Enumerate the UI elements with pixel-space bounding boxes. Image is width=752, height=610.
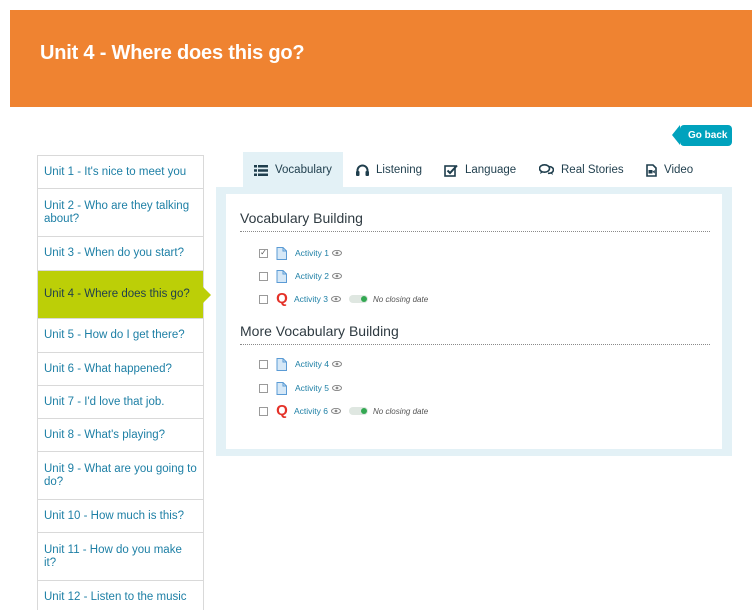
availability-toggle bbox=[349, 295, 369, 303]
sidebar-item-label: Unit 2 - Who are they talking about? bbox=[44, 199, 190, 225]
sidebar-item-label: Unit 9 - What are you going to do? bbox=[44, 462, 197, 488]
sidebar-item-unit-9[interactable]: Unit 9 - What are you going to do? bbox=[38, 452, 203, 500]
sidebar-item-unit-6[interactable]: Unit 6 - What happened? bbox=[38, 353, 203, 386]
sidebar-item-label: Unit 11 - How do you make it? bbox=[44, 543, 182, 569]
activity-link[interactable]: Activity 4 bbox=[295, 359, 329, 369]
eye-icon bbox=[331, 408, 342, 414]
document-icon bbox=[276, 357, 287, 371]
activity-row[interactable]: Q Activity 3 No closing date bbox=[259, 290, 429, 307]
tab-video[interactable]: Video bbox=[646, 152, 693, 188]
sidebar-item-unit-10[interactable]: Unit 10 - How much is this? bbox=[38, 500, 203, 533]
video-file-icon bbox=[646, 163, 657, 177]
tab-label: Listening bbox=[376, 164, 423, 176]
sidebar-item-label: Unit 8 - What's playing? bbox=[44, 428, 166, 441]
eye-icon bbox=[332, 273, 343, 279]
activity-row[interactable]: ✓ Activity 1 bbox=[259, 246, 350, 260]
sidebar-item-label: Unit 1 - It's nice to meet you bbox=[44, 165, 187, 178]
sidebar-item-unit-7[interactable]: Unit 7 - I'd love that job. bbox=[38, 386, 203, 419]
tab-label: Real Stories bbox=[561, 164, 624, 176]
activity-link[interactable]: Activity 3 bbox=[294, 294, 328, 304]
eye-icon bbox=[332, 361, 343, 367]
activity-row[interactable]: Activity 4 bbox=[259, 357, 350, 371]
activity-checkbox[interactable]: ✓ bbox=[259, 248, 268, 258]
activity-checkbox[interactable] bbox=[259, 271, 268, 281]
quiz-icon: Q bbox=[276, 290, 288, 307]
activity-checkbox[interactable] bbox=[259, 383, 268, 393]
eye-icon bbox=[331, 296, 342, 302]
sidebar-item-unit-5[interactable]: Unit 5 - How do I get there? bbox=[38, 319, 203, 353]
sidebar-item-unit-4[interactable]: Unit 4 - Where does this go? bbox=[38, 271, 211, 319]
activity-link[interactable]: Activity 1 bbox=[295, 248, 329, 258]
page-title: Unit 4 - Where does this go? bbox=[40, 42, 305, 64]
tab-label: Language bbox=[465, 164, 517, 176]
closing-date: No closing date bbox=[373, 294, 429, 304]
activity-list-panel: Vocabulary Building ✓ Activity 1 Activit… bbox=[226, 194, 722, 449]
quiz-icon: Q bbox=[276, 402, 288, 419]
activity-row[interactable]: Activity 2 bbox=[259, 269, 350, 283]
activity-row[interactable]: Q Activity 6 No closing date bbox=[259, 402, 429, 419]
chat-bubbles-icon bbox=[539, 164, 554, 175]
tab-label: Video bbox=[664, 164, 694, 176]
sidebar-item-unit-12[interactable]: Unit 12 - Listen to the music bbox=[38, 581, 203, 610]
eye-icon bbox=[332, 385, 343, 391]
activity-checkbox[interactable] bbox=[259, 294, 268, 304]
activity-checkbox[interactable] bbox=[259, 359, 268, 369]
section-title: Vocabulary Building bbox=[240, 210, 710, 232]
sidebar-item-label: Unit 7 - I'd love that job. bbox=[44, 395, 165, 408]
tab-language[interactable]: Language bbox=[444, 152, 516, 188]
document-icon bbox=[276, 246, 287, 260]
sidebar-item-unit-1[interactable]: Unit 1 - It's nice to meet you bbox=[38, 156, 203, 189]
unit-tabs: Vocabulary Listening Language Real Stori… bbox=[243, 152, 713, 188]
headphones-icon bbox=[356, 164, 369, 176]
sidebar-item-label: Unit 5 - How do I get there? bbox=[44, 329, 185, 341]
activity-row[interactable]: Activity 5 bbox=[259, 381, 350, 395]
activity-checkbox[interactable] bbox=[259, 406, 268, 416]
sidebar-item-label: Unit 3 - When do you start? bbox=[44, 247, 184, 259]
tab-vocabulary[interactable]: Vocabulary bbox=[243, 152, 343, 188]
sidebar-item-label: Unit 4 - Where does this go? bbox=[44, 288, 190, 300]
tab-listening[interactable]: Listening bbox=[356, 152, 422, 188]
tab-panel: Vocabulary Building ✓ Activity 1 Activit… bbox=[216, 187, 732, 456]
eye-icon bbox=[332, 250, 343, 256]
sidebar-item-label: Unit 12 - Listen to the music bbox=[44, 590, 187, 603]
tab-real-stories[interactable]: Real Stories bbox=[539, 152, 624, 188]
activity-link[interactable]: Activity 2 bbox=[295, 271, 329, 281]
sidebar-item-unit-11[interactable]: Unit 11 - How do you make it? bbox=[38, 533, 203, 581]
section-title: More Vocabulary Building bbox=[240, 323, 710, 345]
availability-toggle bbox=[349, 407, 369, 415]
document-icon bbox=[276, 381, 287, 395]
list-icon bbox=[254, 164, 268, 176]
activity-link[interactable]: Activity 5 bbox=[295, 383, 329, 393]
sidebar-item-unit-2[interactable]: Unit 2 - Who are they talking about? bbox=[38, 189, 203, 237]
unit-sidebar: Unit 1 - It's nice to meet you Unit 2 - … bbox=[37, 155, 211, 610]
tab-label: Vocabulary bbox=[275, 164, 332, 176]
document-icon bbox=[276, 269, 287, 283]
checkbox-edit-icon bbox=[444, 164, 458, 177]
closing-date: No closing date bbox=[373, 406, 429, 416]
sidebar-item-label: Unit 10 - How much is this? bbox=[44, 509, 184, 522]
go-back-button[interactable]: Go back bbox=[672, 125, 732, 146]
activity-link[interactable]: Activity 6 bbox=[294, 406, 328, 416]
sidebar-item-unit-3[interactable]: Unit 3 - When do you start? bbox=[38, 237, 203, 271]
sidebar-item-unit-8[interactable]: Unit 8 - What's playing? bbox=[38, 419, 203, 452]
page-header: Unit 4 - Where does this go? bbox=[10, 10, 752, 107]
sidebar-item-label: Unit 6 - What happened? bbox=[44, 362, 172, 375]
